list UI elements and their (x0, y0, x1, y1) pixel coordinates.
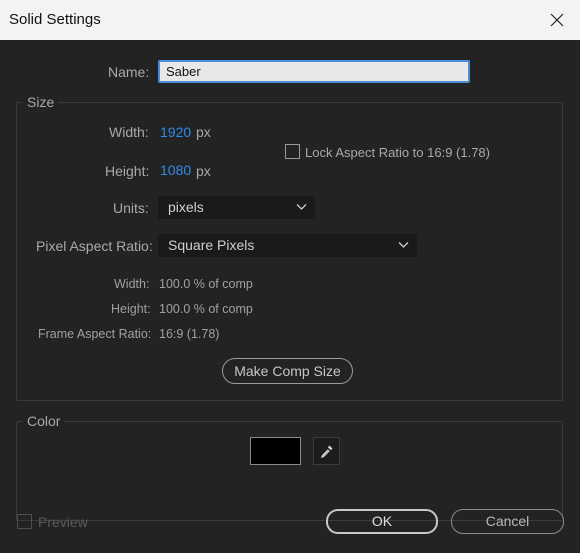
info-height-label: Height: (111, 302, 151, 316)
preview-checkbox[interactable] (17, 514, 32, 529)
preview-label: Preview (38, 514, 88, 530)
chevron-down-icon (296, 204, 307, 210)
color-swatch[interactable] (250, 437, 301, 465)
info-frame-aspect-label: Frame Aspect Ratio: (38, 327, 152, 341)
height-unit: px (196, 163, 211, 179)
width-value[interactable]: 1920 (160, 124, 191, 140)
window-title: Solid Settings (9, 11, 101, 28)
info-height-value: 100.0 % of comp (159, 302, 253, 316)
title-bar: Solid Settings (0, 0, 580, 40)
width-unit: px (196, 124, 211, 140)
eyedropper-button[interactable] (313, 437, 340, 465)
color-group (16, 421, 563, 521)
info-width-label: Width: (114, 277, 150, 291)
eyedropper-icon (320, 445, 332, 459)
close-icon (550, 13, 564, 27)
lock-aspect-checkbox[interactable] (285, 144, 300, 159)
par-value: Square Pixels (168, 237, 255, 253)
par-label: Pixel Aspect Ratio: (36, 238, 153, 254)
height-value[interactable]: 1080 (160, 162, 191, 178)
make-comp-size-button[interactable]: Make Comp Size (222, 358, 353, 384)
info-width-value: 100.0 % of comp (159, 277, 253, 291)
par-dropdown[interactable]: Square Pixels (158, 234, 417, 257)
cancel-button[interactable]: Cancel (451, 509, 564, 534)
chevron-down-icon (398, 242, 409, 248)
ok-button[interactable]: OK (326, 509, 438, 534)
close-button[interactable] (534, 0, 580, 40)
height-label: Height: (105, 163, 150, 179)
dialog-body: Name: Size Width: 1920 px Height: 1080 p… (0, 40, 580, 553)
units-label: Units: (113, 200, 149, 216)
info-frame-aspect-value: 16:9 (1.78) (159, 327, 220, 341)
lock-aspect-label: Lock Aspect Ratio to 16:9 (1.78) (305, 145, 490, 160)
size-group-title: Size (23, 94, 59, 110)
units-value: pixels (168, 199, 204, 215)
name-label: Name: (108, 64, 150, 80)
units-dropdown[interactable]: pixels (158, 196, 315, 219)
width-label: Width: (109, 124, 149, 140)
name-input[interactable] (158, 60, 470, 83)
color-group-title: Color (23, 413, 65, 429)
